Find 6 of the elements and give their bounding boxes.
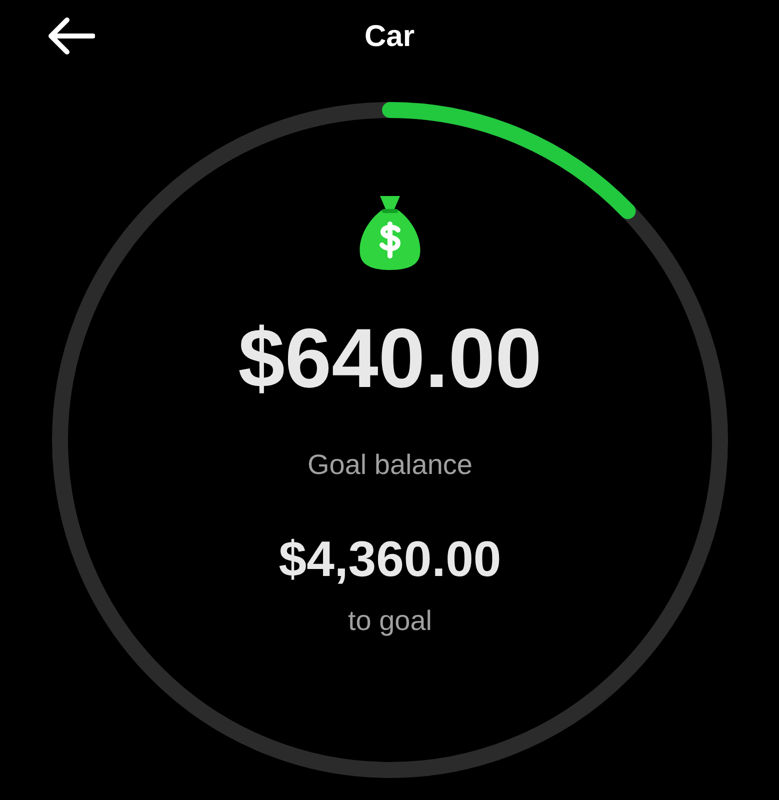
- goal-balance-amount: $640.00: [238, 316, 542, 400]
- goal-balance-label: Goal balance: [307, 448, 472, 482]
- page-title: Car: [364, 18, 415, 54]
- remaining-label: to goal: [348, 604, 432, 638]
- back-arrow-icon[interactable]: [47, 17, 95, 55]
- remaining-amount: $4,360.00: [278, 534, 502, 584]
